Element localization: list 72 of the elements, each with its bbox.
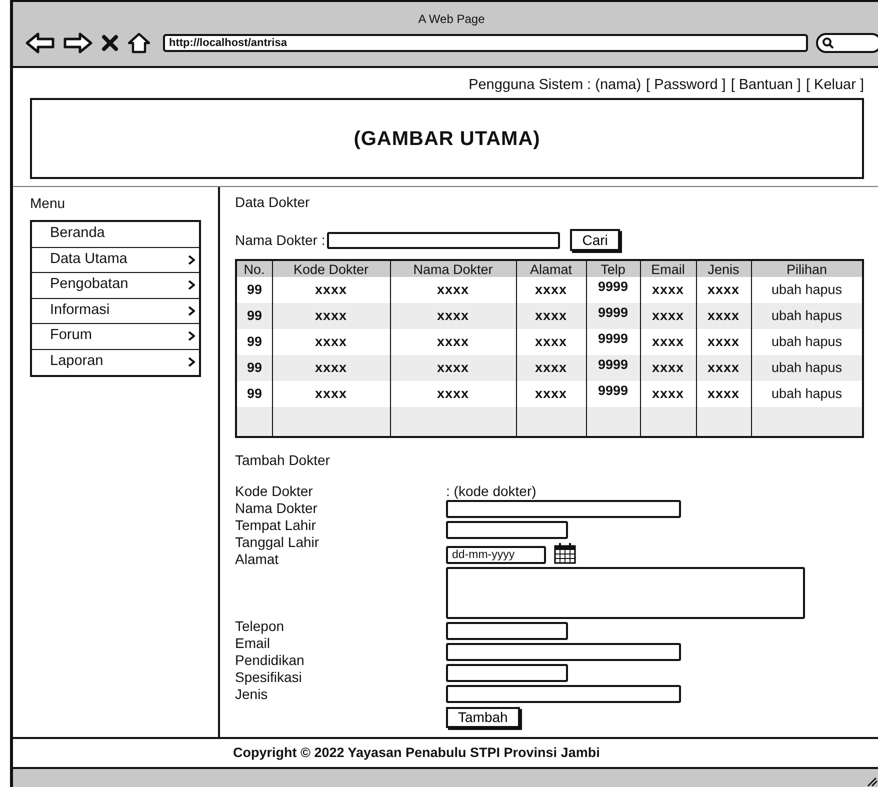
field-label: Kode Dokter bbox=[235, 483, 314, 500]
table-cell: xxxx bbox=[516, 303, 586, 329]
form-title: Tambah Dokter bbox=[235, 451, 331, 470]
input-field[interactable] bbox=[446, 500, 681, 518]
menu-item[interactable]: Data Utama bbox=[32, 248, 199, 273]
header-link[interactable]: [ Password ] bbox=[646, 75, 726, 98]
column-header: Pilihan bbox=[751, 260, 863, 277]
calendar-icon[interactable] bbox=[554, 542, 576, 564]
field-label: Telepon bbox=[235, 618, 286, 635]
banner-title: (GAMBAR UTAMA) bbox=[354, 126, 540, 152]
table-cell: xxxx bbox=[640, 355, 696, 381]
table-cell: ubah hapus bbox=[751, 355, 863, 381]
search-label: Nama Dokter : bbox=[235, 230, 326, 250]
search-button[interactable]: Cari bbox=[570, 229, 620, 251]
header-link[interactable]: [ Keluar ] bbox=[806, 75, 864, 98]
text-area[interactable] bbox=[446, 567, 805, 619]
input-field[interactable] bbox=[446, 643, 681, 661]
table-cell: 9999 bbox=[586, 355, 640, 381]
column-header: No. bbox=[236, 260, 272, 277]
table-cell: xxxx bbox=[696, 355, 751, 381]
back-icon[interactable] bbox=[25, 32, 55, 54]
input-field[interactable] bbox=[446, 622, 568, 640]
table-cell: 99 bbox=[236, 355, 272, 381]
submit-button[interactable]: Tambah bbox=[446, 707, 520, 728]
menu-item[interactable]: Laporan bbox=[32, 350, 199, 375]
input-field[interactable] bbox=[446, 685, 681, 703]
date-field[interactable]: dd-mm-yyyy bbox=[446, 546, 546, 564]
input-field[interactable] bbox=[446, 664, 568, 682]
menu-item[interactable]: Pengobatan bbox=[32, 273, 199, 298]
menu-item[interactable]: Beranda bbox=[32, 222, 199, 248]
table-cell: xxxx bbox=[516, 355, 586, 381]
table-cell: 99 bbox=[236, 303, 272, 329]
column-header: Email bbox=[640, 260, 696, 277]
field-label: Alamat bbox=[235, 551, 280, 568]
field-label: Pendidikan bbox=[235, 652, 306, 669]
resize-grip-icon[interactable] bbox=[866, 777, 878, 787]
header-link[interactable]: [ Bantuan ] bbox=[730, 75, 801, 98]
address-field[interactable]: http://localhost/antrisa bbox=[163, 34, 808, 52]
column-header: Jenis bbox=[696, 260, 751, 277]
table-cell: ubah hapus bbox=[751, 303, 863, 329]
user-label: Pengguna Sistem : (nama) bbox=[468, 76, 642, 95]
field-label: Jenis bbox=[235, 686, 269, 703]
menu-item[interactable]: Forum bbox=[32, 324, 199, 350]
table-cell: xxxx bbox=[390, 303, 516, 329]
field-label: Email bbox=[235, 635, 272, 652]
window-title: A Web Page bbox=[418, 11, 485, 28]
table-cell: xxxx bbox=[390, 355, 516, 381]
menu-item[interactable]: Informasi bbox=[32, 298, 199, 324]
copyright-text: Copyright © 2022 Yayasan Penabulu STPI Provinsi Jambi bbox=[233, 745, 600, 760]
table-cell: xxxx bbox=[272, 355, 390, 381]
search-field[interactable] bbox=[327, 232, 560, 248]
search-icon bbox=[822, 37, 834, 49]
column-header: Telp bbox=[586, 260, 640, 277]
close-icon[interactable] bbox=[101, 34, 119, 52]
table-cell: 9999 bbox=[586, 303, 640, 329]
forward-icon[interactable] bbox=[63, 32, 93, 54]
kode-value: : (kode dokter) bbox=[446, 483, 536, 500]
menu-title: Menu bbox=[30, 195, 66, 211]
home-icon[interactable] bbox=[127, 32, 151, 54]
column-header: Kode Dokter bbox=[272, 260, 390, 277]
table-cell: xxxx bbox=[640, 303, 696, 329]
field-label: Spesifikasi bbox=[235, 669, 303, 686]
column-header: Nama Dokter bbox=[390, 260, 516, 277]
input-field[interactable] bbox=[446, 521, 568, 539]
field-label: Nama Dokter bbox=[235, 500, 318, 517]
field-label: Tempat Lahir bbox=[235, 517, 317, 534]
search-field[interactable] bbox=[816, 33, 878, 53]
field-label: Tanggal Lahir bbox=[235, 534, 320, 551]
table-cell: xxxx bbox=[696, 303, 751, 329]
table-cell: xxxx bbox=[272, 303, 390, 329]
column-header: Alamat bbox=[516, 260, 586, 277]
section-title: Data Dokter bbox=[235, 194, 310, 210]
